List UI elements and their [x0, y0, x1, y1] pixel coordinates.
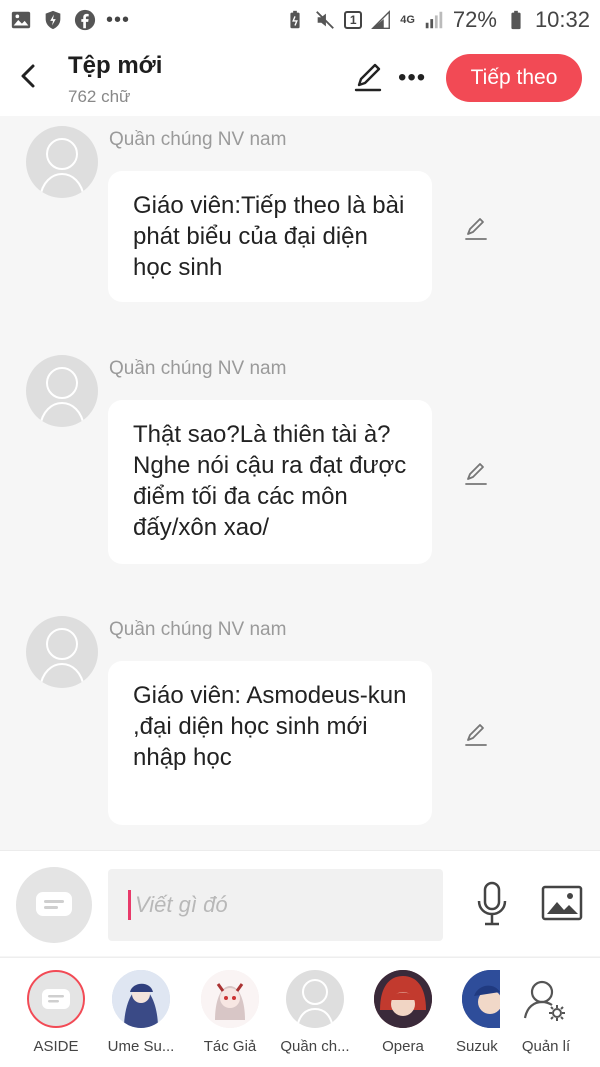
signal-icon: [371, 10, 391, 29]
battery-saver-icon: [290, 10, 300, 29]
message-author: Quần chúng NV nam: [109, 619, 287, 640]
edit-title-icon[interactable]: [352, 60, 386, 94]
message-bubble[interactable]: Giáo viên:Tiếp theo là bài phát biểu của…: [108, 171, 432, 302]
character-name: Ume Su...: [107, 1038, 175, 1055]
input-placeholder: Viết gì đó: [135, 892, 228, 917]
character-portrait-icon: [112, 970, 170, 1028]
message-bubble[interactable]: Thật sao?Là thiên tài à?Nghe nói cậu ra …: [108, 400, 432, 564]
avatar[interactable]: [26, 126, 98, 198]
character-name: ASIDE: [33, 1038, 79, 1055]
character-quan-chung[interactable]: Quần ch...: [270, 970, 360, 1055]
next-button[interactable]: Tiếp theo: [446, 54, 582, 102]
signal-2-icon: [425, 11, 443, 29]
character-name: Quần ch...: [280, 1038, 350, 1055]
mute-icon: [316, 11, 335, 29]
manage-characters[interactable]: Quản lí: [501, 970, 591, 1055]
default-avatar-icon: [39, 367, 85, 427]
default-avatar-icon: [296, 979, 334, 1028]
battery-percent: 72%: [452, 7, 497, 32]
message-list[interactable]: Quần chúng NV nam Giáo viên:Tiếp theo là…: [0, 116, 600, 850]
back-icon[interactable]: [14, 60, 44, 92]
status-bar: ••• 1 4G 72% 10:32: [0, 0, 600, 40]
message-author: Quần chúng NV nam: [109, 129, 287, 150]
character-portrait-icon: [201, 970, 259, 1028]
sim-badge: 1: [344, 11, 363, 29]
character-portrait-icon: [462, 970, 500, 1028]
shield-icon: [45, 10, 61, 30]
character-suzuki[interactable]: Suzuk: [430, 970, 500, 1055]
app-header: Tệp mới 762 chữ ••• Tiếp theo: [0, 40, 600, 116]
character-tac-gia[interactable]: Tác Giả: [185, 970, 275, 1055]
battery-icon: [511, 10, 521, 30]
page-title: Tệp mới: [68, 52, 163, 79]
edit-message-icon[interactable]: [462, 459, 490, 487]
character-avatar: [201, 970, 259, 1028]
aside-avatar: [27, 970, 85, 1028]
text-caret: [128, 890, 131, 920]
edit-message-icon[interactable]: [462, 720, 490, 748]
message-input[interactable]: Viết gì đó: [108, 869, 443, 941]
character-avatar: [286, 970, 344, 1028]
character-avatar: [112, 970, 170, 1028]
default-avatar-icon: [39, 138, 85, 198]
more-notifications-icon: •••: [106, 8, 131, 31]
default-avatar-icon: [39, 628, 85, 688]
character-name: Suzuk: [456, 1038, 498, 1055]
image-icon[interactable]: [541, 885, 583, 921]
character-name: Quản lí: [521, 1038, 571, 1055]
message-author: Quần chúng NV nam: [109, 358, 287, 379]
gallery-icon: [11, 11, 31, 29]
character-portrait-icon: [374, 970, 432, 1028]
message-bubble[interactable]: Giáo viên: Asmodeus-kun ,đại diện học si…: [108, 661, 432, 825]
facebook-icon: [74, 9, 96, 31]
manage-users-icon: [523, 980, 565, 1021]
edit-message-icon[interactable]: [462, 214, 490, 242]
chat-bubble-icon: [42, 989, 70, 1009]
microphone-icon[interactable]: [474, 881, 510, 927]
character-avatar: [374, 970, 432, 1028]
avatar[interactable]: [26, 355, 98, 427]
network-type: 4G: [400, 13, 415, 26]
word-count: 762 chữ: [68, 87, 131, 106]
character-bar: ASIDE Ume Su... Tác Giả Quần ch... Opera…: [0, 957, 600, 1067]
aside-toggle-button[interactable]: [16, 867, 92, 943]
character-ume[interactable]: Ume Su...: [96, 970, 186, 1055]
more-options-icon[interactable]: •••: [398, 64, 426, 92]
character-name: Tác Giả: [203, 1038, 257, 1055]
avatar[interactable]: [26, 616, 98, 688]
clock: 10:32: [534, 7, 590, 32]
composer: Viết gì đó: [0, 850, 600, 956]
character-avatar: [462, 970, 500, 1028]
character-aside[interactable]: ASIDE: [11, 970, 101, 1055]
chat-bubble-icon: [36, 892, 72, 916]
